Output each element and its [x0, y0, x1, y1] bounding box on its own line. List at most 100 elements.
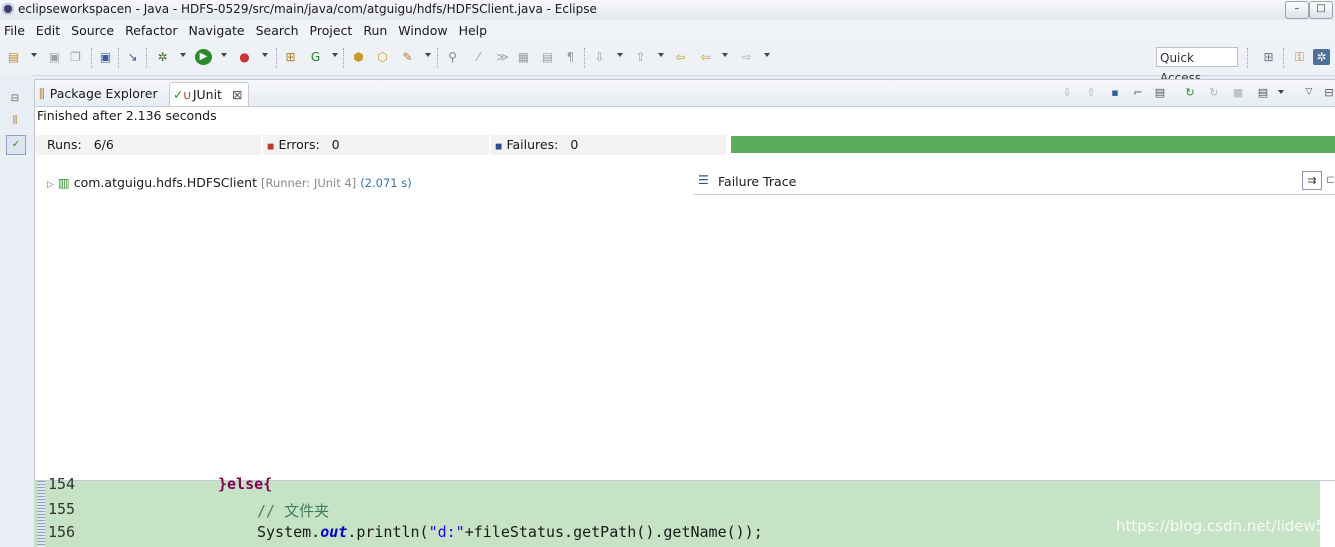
rerun-test-icon[interactable]: ↻: [1182, 85, 1198, 100]
new-class-icon[interactable]: G: [307, 49, 324, 65]
minimize-view-icon[interactable]: ⊟: [1321, 85, 1335, 100]
new-wizard-icon[interactable]: ▤: [5, 49, 22, 65]
menu-file[interactable]: File: [0, 20, 31, 41]
open-type-icon[interactable]: ⬢: [350, 49, 367, 65]
junit-icon[interactable]: ✓: [6, 135, 26, 155]
test-tree-item[interactable]: ▷ ▥ com.atguigu.hdfs.HDFSClient [Runner: J…: [47, 174, 412, 192]
compare-icon[interactable]: ⊏: [1326, 173, 1335, 186]
tab-package-explorer[interactable]: ⫼ Package Explorer: [39, 82, 158, 105]
close-icon[interactable]: ⊠: [232, 87, 242, 102]
line-number: 155: [48, 500, 76, 518]
new-class-dropdown-icon[interactable]: [332, 53, 338, 57]
search-icon[interactable]: ✎: [399, 49, 416, 65]
test-tree[interactable]: ▷ ▥ com.atguigu.hdfs.HDFSClient [Runner: J…: [35, 174, 690, 474]
print-icon[interactable]: ▣: [97, 49, 114, 65]
menu-bar: File Edit Source Refactor Navigate Search Proj…: [0, 20, 1335, 41]
stack-trace-icon: ☰: [698, 173, 709, 187]
next-annotation-icon[interactable]: ⇩: [591, 49, 608, 65]
stop-icon[interactable]: ■: [1230, 85, 1246, 100]
code-editor[interactable]: 154 }else{ 155 // 文件夹 156 System.out.pri…: [34, 475, 1335, 547]
debug-perspective-icon[interactable]: ✲: [1313, 49, 1330, 65]
previous-failure-icon[interactable]: ⇧: [1083, 85, 1099, 100]
search-dropdown-icon[interactable]: [425, 53, 431, 57]
failures-counter: ◼ Failures: 0: [491, 135, 726, 155]
whitespace-icon[interactable]: ▦: [515, 49, 532, 65]
package-explorer-icon[interactable]: ⫼: [6, 112, 24, 130]
forward-dropdown-icon[interactable]: [764, 53, 770, 57]
menu-edit[interactable]: Edit: [31, 20, 66, 41]
prev-annotation-icon[interactable]: ⇧: [632, 49, 649, 65]
back-dropdown-icon[interactable]: [722, 53, 728, 57]
main-toolbar: ▤ ▣ ❐ ▣ ↘ ✲ ▶ ● ⊞ G ⬢ ⬡ ✎ ⚲ ⁄ ≫ ▦ ▤ ¶ ⇩ …: [0, 41, 1335, 85]
pin-icon[interactable]: ⚲: [444, 49, 461, 65]
menu-run[interactable]: Run: [358, 20, 393, 41]
run-dropdown-icon[interactable]: [221, 53, 227, 57]
forward-icon[interactable]: ⇨: [738, 49, 755, 65]
paragraph-icon[interactable]: ¶: [562, 49, 579, 65]
errors-label: Errors:: [278, 137, 320, 152]
scroll-lock-icon[interactable]: ⌐: [1130, 85, 1146, 100]
errors-counter: ◼ Errors: 0: [263, 135, 489, 155]
test-progress-fill: [731, 136, 1335, 153]
open-task-icon[interactable]: ⬡: [374, 49, 391, 65]
test-history-icon[interactable]: ▤: [1255, 85, 1271, 100]
minimize-button[interactable]: –: [1285, 1, 1309, 19]
junit-status-message: Finished after 2.136 seconds: [37, 108, 217, 123]
show-failures-only-icon[interactable]: ▪: [1107, 85, 1123, 100]
junit-icon: ✓: [173, 87, 184, 102]
failure-icon: ◼: [495, 142, 503, 152]
junit-view: ⫼ Package Explorer ✓U JUnit ⊠ ⇩ ⇧ ▪ ⌐ ▤ ↻ …: [34, 79, 1335, 481]
next-failure-icon[interactable]: ⇩: [1059, 85, 1075, 100]
toggle-mark-icon[interactable]: ⁄: [470, 49, 487, 65]
save-icon[interactable]: ▣: [46, 49, 63, 65]
expand-arrow-icon[interactable]: ▷: [47, 180, 54, 190]
block-selection-icon[interactable]: ▤: [539, 49, 556, 65]
menu-refactor[interactable]: Refactor: [120, 20, 183, 41]
show-skipped-icon[interactable]: ▤: [1152, 85, 1168, 100]
open-perspective-icon[interactable]: ⊞: [1260, 49, 1277, 65]
new-package-icon[interactable]: ⊞: [282, 49, 299, 65]
line-number: 156: [48, 523, 76, 541]
view-menu-icon[interactable]: ▽: [1301, 85, 1317, 100]
restore-icon[interactable]: ⊟: [6, 90, 24, 108]
back-icon[interactable]: ⇦: [697, 49, 714, 65]
prev-annotation-dropdown-icon[interactable]: [658, 53, 664, 57]
rerun-failed-icon[interactable]: ↻: [1206, 85, 1222, 100]
skip-breakpoints-icon[interactable]: ↘: [124, 49, 141, 65]
failures-label: Failures:: [506, 137, 559, 152]
run-external-icon[interactable]: ●: [236, 49, 253, 65]
code-line: }else{: [218, 475, 273, 493]
runs-value: 6/6: [93, 137, 114, 152]
java-perspective-icon[interactable]: ⚿: [1291, 49, 1308, 65]
menu-search[interactable]: Search: [251, 20, 305, 41]
tab-junit[interactable]: ✓U JUnit ⊠: [169, 82, 250, 106]
quick-access-field[interactable]: Quick Access: [1156, 47, 1238, 85]
failures-value: 0: [570, 137, 579, 152]
menu-project[interactable]: Project: [305, 20, 359, 41]
code-comment: // 文件夹: [257, 502, 330, 520]
filter-stack-icon[interactable]: ⇉: [1302, 171, 1322, 190]
annotation-icon[interactable]: ≫: [494, 49, 511, 65]
save-all-icon[interactable]: ❐: [67, 49, 84, 65]
menu-window[interactable]: Window: [393, 20, 453, 41]
error-icon: ◼: [267, 142, 275, 152]
last-edit-icon[interactable]: ⇦: [672, 49, 689, 65]
watermark-text: https://blog.csdn.net/lidew521: [1116, 517, 1335, 535]
runs-counter: Runs: 6/6: [35, 135, 261, 155]
menu-help[interactable]: Help: [454, 20, 494, 41]
run-external-dropdown-icon[interactable]: [262, 53, 268, 57]
run-icon[interactable]: ▶: [195, 49, 212, 65]
debug-icon[interactable]: ✲: [154, 49, 171, 65]
code-area[interactable]: 154 }else{ 155 // 文件夹 156 System.out.pri…: [48, 475, 1320, 547]
next-annotation-dropdown-icon[interactable]: [617, 53, 623, 57]
menu-source[interactable]: Source: [66, 20, 120, 41]
maximize-button[interactable]: □: [1309, 1, 1333, 19]
package-explorer-icon: ⫼: [39, 86, 45, 101]
test-duration: (2.071 s): [360, 176, 412, 190]
new-wizard-dropdown-icon[interactable]: [31, 53, 37, 57]
menu-navigate[interactable]: Navigate: [184, 20, 251, 41]
tab-label: Package Explorer: [49, 86, 158, 101]
debug-dropdown-icon[interactable]: [180, 53, 186, 57]
left-trim-bar: ⊟ ⫼ ✓: [0, 75, 31, 547]
history-dropdown-icon[interactable]: [1278, 90, 1284, 94]
